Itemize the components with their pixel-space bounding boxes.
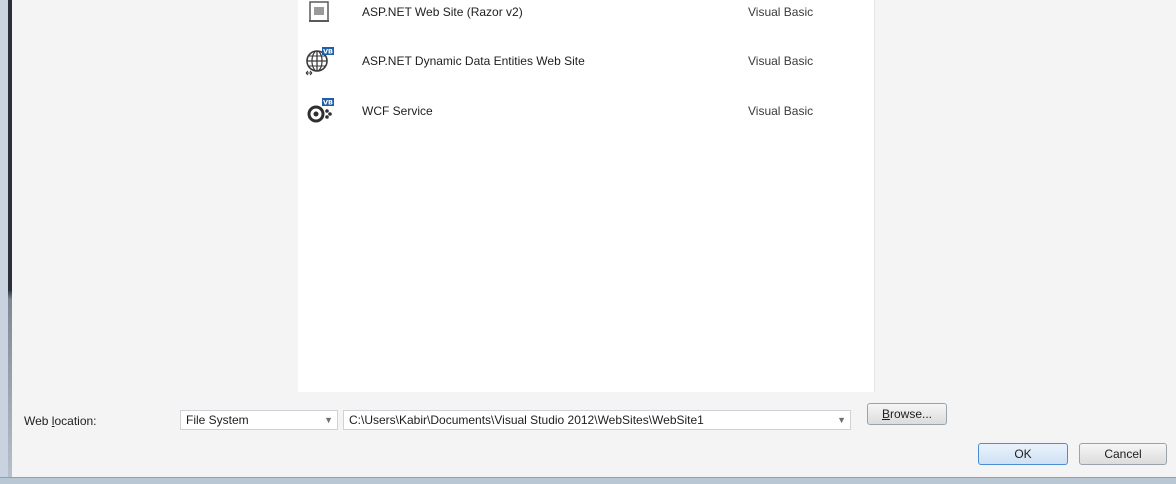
template-name: ASP.NET Dynamic Data Entities Web Site [362, 54, 585, 68]
template-item-dynamic-data[interactable]: VB ASP.NET Dynamic Data Entities Web Sit… [298, 46, 874, 86]
template-language: Visual Basic [748, 104, 814, 118]
template-language: Visual Basic [748, 54, 814, 68]
ok-button[interactable]: OK [978, 443, 1068, 465]
web-location-path-combo[interactable]: C:\Users\Kabir\Documents\Visual Studio 2… [343, 410, 851, 430]
globe-vb-icon: VB [305, 47, 334, 76]
web-location-type-select[interactable]: File System ▼ [180, 410, 338, 430]
gear-vb-icon: VB [307, 98, 334, 123]
template-list-panel: ASP.NET Web Site (Razor v2) Visual Basic… [298, 0, 874, 392]
svg-text:VB: VB [323, 48, 333, 56]
cancel-button[interactable]: Cancel [1079, 443, 1167, 465]
chevron-down-icon: ▼ [324, 415, 333, 425]
svg-text:VB: VB [323, 99, 333, 107]
template-details-panel [874, 0, 1176, 392]
web-location-type-value: File System [186, 413, 249, 427]
new-web-site-dialog: ASP.NET Web Site (Razor v2) Visual Basic… [12, 0, 1176, 477]
template-categories-panel [12, 0, 298, 392]
template-name: WCF Service [362, 104, 433, 118]
razor-page-icon [309, 1, 329, 22]
browse-button[interactable]: Browse... [867, 403, 947, 425]
dialog-footer: Web location: File System ▼ C:\Users\Kab… [12, 392, 1176, 477]
template-item-wcf-service[interactable]: VB WCF Service Visual Basic [298, 96, 874, 136]
template-item-razor[interactable]: ASP.NET Web Site (Razor v2) Visual Basic [298, 0, 874, 37]
chevron-down-icon: ▼ [837, 415, 846, 425]
web-location-path-value: C:\Users\Kabir\Documents\Visual Studio 2… [349, 413, 704, 427]
window-left-border [0, 0, 12, 483]
web-location-label: Web location: [24, 414, 97, 428]
template-language: Visual Basic [748, 5, 814, 19]
template-name: ASP.NET Web Site (Razor v2) [362, 5, 523, 19]
